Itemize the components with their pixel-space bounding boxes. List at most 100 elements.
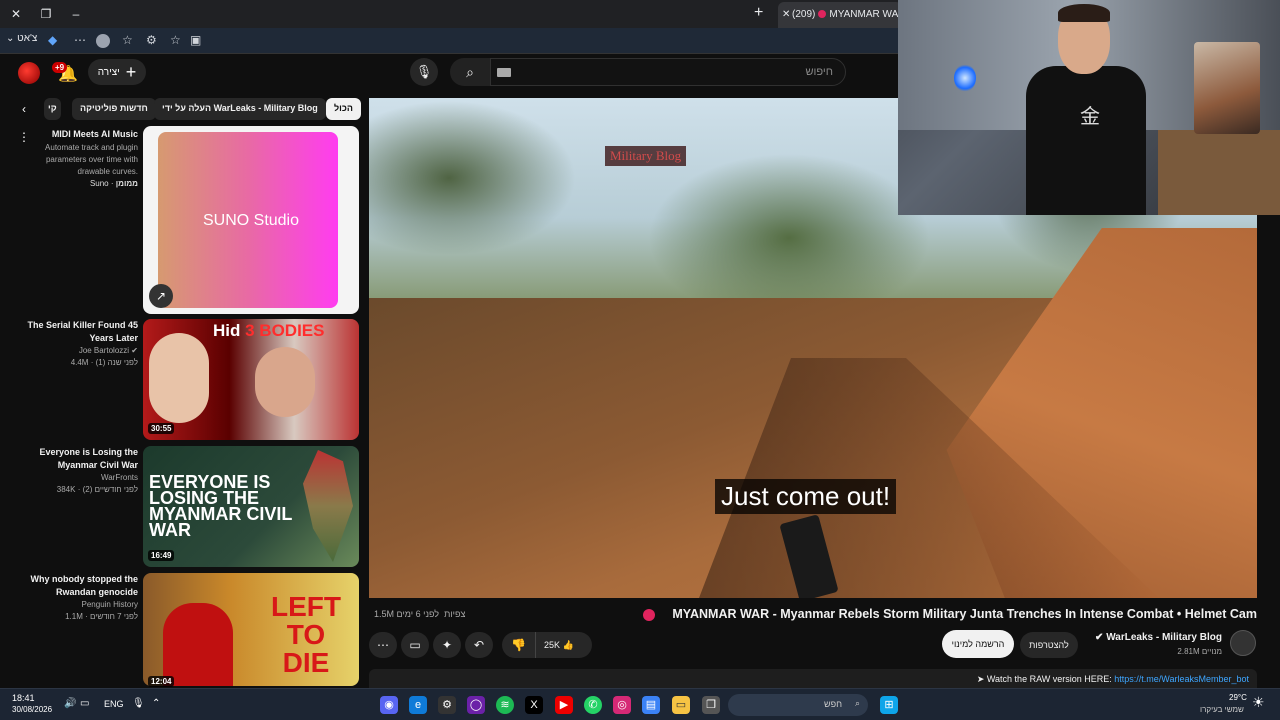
join-button[interactable]: להצטרפות <box>1020 632 1078 658</box>
rec-thumbnail[interactable]: SUNO Studio ↗ <box>143 126 359 314</box>
clock-date[interactable]: 30/08/2026 <box>12 705 52 714</box>
like-count: 25K <box>544 640 561 650</box>
channel-subscribers: 2.81M מנויים <box>1177 647 1222 656</box>
search-icon: ⌕ <box>854 698 860 708</box>
profile-icon[interactable] <box>96 34 110 48</box>
collections-icon[interactable]: ▣ <box>190 33 201 47</box>
subscribe-button[interactable]: הרשמה למינוי <box>942 630 1014 658</box>
favorites-icon[interactable]: ☆ <box>122 33 133 47</box>
spotify-icon[interactable]: ≋ <box>496 696 514 714</box>
chip-2[interactable]: העלה על ידי WarLeaks - Military Blog <box>154 98 326 120</box>
chat-button[interactable]: ⌄ צ'אט <box>6 33 37 44</box>
video-caption: Just come out! <box>715 479 897 514</box>
microphone-icon[interactable]: 🎙 <box>132 698 145 709</box>
weather-sun-icon[interactable]: ☀ <box>1252 694 1265 711</box>
task-view-icon[interactable]: ❐ <box>702 696 720 714</box>
video-stats: 1.5M צפיות לפני 6 ימים <box>374 609 465 619</box>
external-link-icon[interactable]: ↗ <box>149 284 173 308</box>
rec-age: לפני 7 חודשים <box>89 612 138 621</box>
weather-temperature[interactable]: 29°C <box>1229 693 1247 702</box>
extensions-icon[interactable]: ⚙ <box>146 33 157 47</box>
thumb-text: EVERYONE IS LOSING THE MYANMAR CIVIL WAR <box>149 472 293 540</box>
create-button[interactable]: יצירה + <box>88 59 146 85</box>
add-favorite-icon[interactable]: ☆ <box>170 33 181 47</box>
edge-icon[interactable]: e <box>409 696 427 714</box>
close-window-icon[interactable]: ✕ <box>8 6 24 22</box>
taskbar-search-label: חפש <box>824 699 842 709</box>
channel-avatar[interactable] <box>1230 630 1256 656</box>
taskbar-search[interactable]: חפש ⌕ <box>728 694 868 716</box>
clock-time[interactable]: 18:41 <box>12 693 35 703</box>
rec-title[interactable]: The Serial Killer Found 45 Years Later <box>18 319 138 345</box>
youtube-icon[interactable]: ▶ <box>555 696 573 714</box>
search-input[interactable]: חיפוש <box>490 58 846 86</box>
like-button[interactable]: 25K 👍 <box>536 632 592 658</box>
tab-count: (209) <box>792 9 816 20</box>
chip-4[interactable]: קי <box>44 98 61 120</box>
share-icon[interactable]: ↶ <box>465 632 493 658</box>
x-icon[interactable]: X <box>525 696 543 714</box>
new-tab-button[interactable]: + <box>754 4 763 22</box>
whatsapp-icon[interactable]: ✆ <box>584 696 602 714</box>
dislike-button[interactable]: 👎 <box>502 632 536 658</box>
rec-channel: WarFronts <box>100 473 138 482</box>
file-explorer-icon[interactable]: ▭ <box>672 696 690 714</box>
duration-badge: 16:49 <box>148 550 175 561</box>
close-tab-icon[interactable]: ✕ <box>782 9 790 20</box>
browser-tab[interactable]: ✕ (209) MYANMAR WAR - M <box>778 2 902 28</box>
discord-icon[interactable]: ◉ <box>380 696 398 714</box>
account-avatar[interactable] <box>18 62 40 84</box>
instagram-icon[interactable]: ◎ <box>613 696 631 714</box>
save-icon[interactable]: ▭ <box>401 632 429 658</box>
rec-stats: 384K · לפני חודשיים (2) <box>56 485 138 494</box>
verified-icon: ✔ <box>131 346 138 355</box>
duration-badge: 30:55 <box>148 423 175 434</box>
steam-icon[interactable]: ⚙ <box>438 696 456 714</box>
windows-start-icon[interactable]: ⊞ <box>880 696 898 714</box>
rec-title[interactable]: Why nobody stopped the Rwandan genocide <box>18 573 139 599</box>
rec-thumbnail[interactable]: EVERYONE IS LOSING THE MYANMAR CIVIL WAR <box>143 446 359 567</box>
speaker-icon[interactable]: 🔊 <box>64 698 76 709</box>
restore-window-icon[interactable]: ❐ <box>38 6 54 22</box>
description-link[interactable]: https://t.me/WarleaksMember_bot <box>1114 674 1249 684</box>
chips-scroll-left-icon[interactable]: ‹ <box>22 102 26 116</box>
search-icon[interactable]: ⌕ <box>450 58 490 86</box>
ask-ai-icon[interactable]: ✦ <box>433 632 461 658</box>
video-age: לפני 6 ימים <box>396 609 440 619</box>
thumb-text-a: Hid <box>213 321 241 340</box>
store-icon[interactable]: ▤ <box>642 696 660 714</box>
rec-channel: Suno <box>89 179 109 188</box>
language-indicator[interactable]: ENG <box>104 699 124 709</box>
chip-3[interactable]: חדשות פוליטיקה <box>72 98 156 120</box>
keyboard-icon[interactable] <box>497 68 511 77</box>
rec-title[interactable]: MIDI Meets AI Music <box>18 128 138 141</box>
video-watermark: Military Blog <box>605 146 687 166</box>
windows-taskbar <box>0 688 1280 720</box>
live-indicator-icon <box>643 609 655 621</box>
thumb-text: SUNO Studio <box>202 212 300 229</box>
video-title: MYANMAR WAR - Myanmar Rebels Storm Milit… <box>672 607 1257 621</box>
obs-icon[interactable]: ◯ <box>467 696 485 714</box>
chip-1[interactable]: הכול <box>326 98 361 120</box>
minimize-window-icon[interactable]: – <box>68 6 84 22</box>
plus-icon: + <box>125 62 137 82</box>
copilot-icon[interactable]: ◆ <box>48 33 57 47</box>
thumb-text: LEFT TO DIE <box>271 591 341 678</box>
rec-thumbnail[interactable]: Hid 3 BODIES <box>143 319 359 440</box>
thumbs-up-icon: 👍 <box>562 640 574 650</box>
rec-views: 4.4M <box>70 358 89 367</box>
video-description[interactable]: ➤ Watch the RAW version HERE: https://t.… <box>369 669 1257 689</box>
channel-name[interactable]: ✔ WarLeaks - Military Blog <box>1094 632 1222 643</box>
more-options-icon[interactable]: ⋯ <box>74 33 86 47</box>
voice-search-icon[interactable]: 🎙 <box>410 58 438 86</box>
shirt-logo-icon: 金 <box>1080 106 1100 128</box>
rec-title[interactable]: Everyone is Losing the Myanmar Civil War <box>18 446 138 472</box>
more-actions-button[interactable]: ⋯ <box>369 632 397 658</box>
webcam-overlay: 金 <box>898 0 1280 215</box>
tray-chevron-icon[interactable]: ⌃ <box>152 698 160 709</box>
youtube-favicon-icon <box>818 10 827 19</box>
rec-thumbnail[interactable]: LEFT TO DIE <box>143 573 359 686</box>
rec-channel: Joe Bartolozzi ✔ <box>78 346 138 355</box>
network-icon[interactable]: ▭ <box>80 698 89 709</box>
rec-stats: 1.1M · לפני 7 חודשים <box>65 612 138 621</box>
